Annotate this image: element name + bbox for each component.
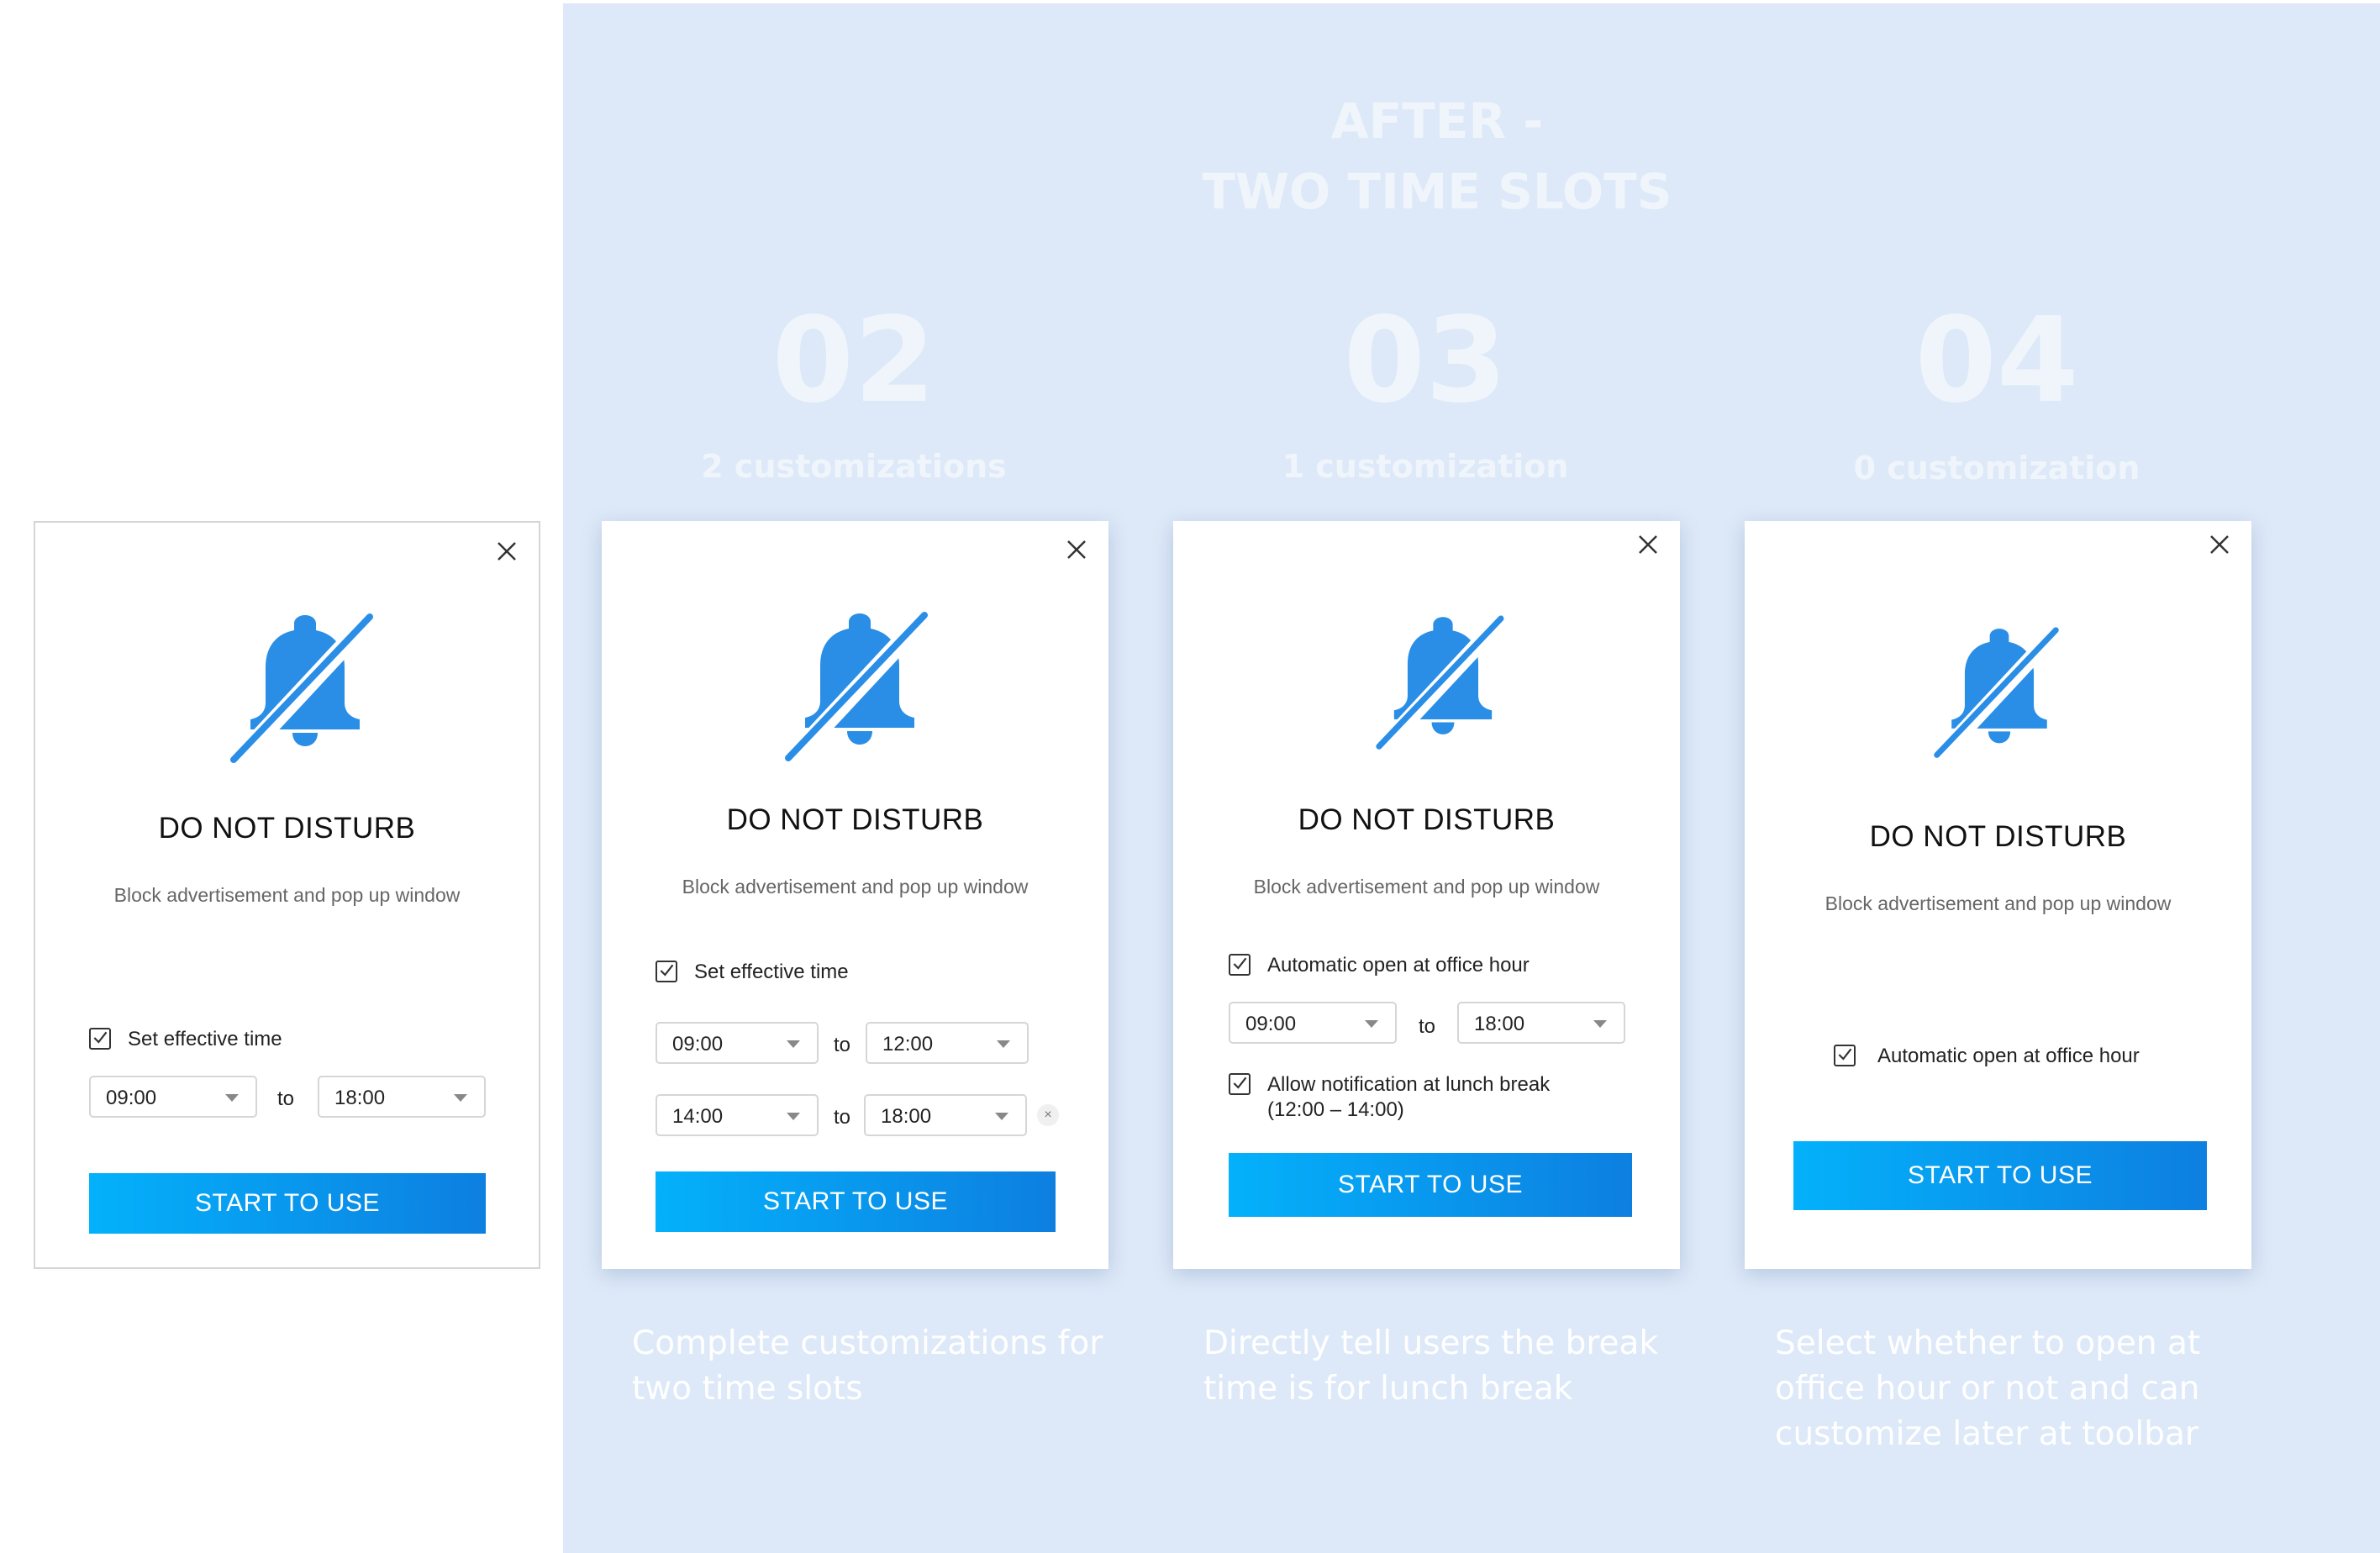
bell-off-icon [1372,615,1514,751]
start-to-use-button[interactable]: START TO USE [89,1173,486,1234]
chevron-down-icon [997,1040,1010,1048]
dialog-subtitle: Block advertisement and pop up window [1253,876,1600,898]
check-icon [1231,1075,1248,1092]
chevron-down-icon [225,1094,239,1102]
step-number: 04 [1914,292,2079,429]
dialog-subtitle: Block advertisement and pop up window [1824,892,2172,914]
step-customizations: 1 customization [1282,448,1569,485]
auto-open-row[interactable]: Automatic open at office hour [1229,953,1530,978]
end-time-select[interactable]: 18:00 [1457,1002,1625,1044]
start-time-select[interactable]: 09:00 [89,1076,257,1118]
dnd-dialog: DO NOT DISTURB Block advertisement and p… [1745,521,2251,1269]
slot2-start-value: 14:00 [672,1105,724,1128]
dialog-subtitle: Block advertisement and pop up window [682,876,1029,898]
chevron-down-icon [787,1040,800,1048]
bell-off-icon [780,612,940,763]
step-caption: Select whether to open at office hour or… [1775,1324,2201,1453]
bell-off-icon [225,613,385,765]
allow-lunch-label: Allow notification at lunch break (12:00… [1267,1072,1550,1123]
remove-slot-icon[interactable]: × [1037,1104,1059,1126]
chevron-down-icon [1365,1020,1378,1028]
auto-open-row[interactable]: Automatic open at office hour [1834,1044,2140,1069]
to-label: to [834,1034,851,1056]
slot2-start-select[interactable]: 14:00 [656,1094,819,1136]
slot1-end-value: 12:00 [882,1033,934,1056]
start-to-use-button[interactable]: START TO USE [1229,1153,1632,1217]
section-heading: AFTER - TWO TIME SLOTS [1143,86,1731,227]
to-label: to [834,1106,851,1129]
dnd-dialog: DO NOT DISTURB Block advertisement and p… [602,521,1108,1269]
lunch-range-text: (12:00 – 14:00) [1267,1098,1404,1121]
end-time-value: 18:00 [1474,1013,1525,1035]
set-effective-time-row[interactable]: Set effective time [89,1027,282,1052]
check-icon [658,962,675,979]
end-time-value: 18:00 [334,1087,386,1109]
set-effective-time-row[interactable]: Set effective time [656,960,849,985]
chevron-down-icon [1593,1020,1607,1028]
slot1-start-value: 09:00 [672,1033,724,1056]
chevron-down-icon [995,1113,1008,1120]
bell-off-icon [1930,627,2069,760]
check-icon [92,1029,108,1046]
step-caption: Complete customizations for two time slo… [632,1324,1103,1408]
set-effective-time-checkbox[interactable] [656,961,677,982]
chevron-down-icon [454,1094,467,1102]
auto-open-checkbox[interactable] [1229,954,1251,976]
auto-open-checkbox[interactable] [1834,1045,1856,1066]
end-time-select[interactable]: 18:00 [318,1076,486,1118]
dnd-dialog: DO NOT DISTURB Block advertisement and p… [1173,521,1680,1269]
close-icon[interactable] [2204,529,2235,560]
dialog-title: DO NOT DISTURB [1869,820,2127,853]
start-time-select[interactable]: 09:00 [1229,1002,1397,1044]
allow-lunch-checkbox[interactable] [1229,1073,1251,1095]
dialog-subtitle: Block advertisement and pop up window [113,884,461,906]
step-customizations: 2 customizations [701,448,1007,485]
close-icon[interactable] [492,536,522,566]
start-to-use-button[interactable]: START TO USE [1793,1141,2207,1210]
allow-lunch-row[interactable]: Allow notification at lunch break (12:00… [1229,1072,1550,1123]
close-icon[interactable] [1633,529,1663,560]
slot2-end-select[interactable]: 18:00 [864,1094,1027,1136]
set-effective-time-checkbox[interactable] [89,1028,111,1050]
auto-open-label: Automatic open at office hour [1877,1045,2140,1067]
step-customizations: 0 customization [1853,450,2140,487]
slot1-end-select[interactable]: 12:00 [866,1022,1029,1064]
section-heading-line2: TWO TIME SLOTS [1202,163,1672,220]
slot2-end-value: 18:00 [881,1105,932,1128]
to-label: to [1419,1015,1436,1038]
set-effective-time-label: Set effective time [128,1028,282,1050]
close-icon[interactable] [1061,534,1092,565]
check-icon [1836,1046,1853,1063]
start-time-value: 09:00 [1245,1013,1297,1035]
dnd-dialog: DO NOT DISTURB Block advertisement and p… [34,521,540,1269]
slot1-start-select[interactable]: 09:00 [656,1022,819,1064]
start-to-use-button[interactable]: START TO USE [656,1171,1056,1232]
dialog-title: DO NOT DISTURB [1298,803,1556,836]
set-effective-time-label: Set effective time [694,961,849,983]
dialog-title: DO NOT DISTURB [158,812,416,845]
to-label: to [277,1087,295,1110]
check-icon [1231,955,1248,972]
dialog-title: DO NOT DISTURB [726,803,984,836]
auto-open-label: Automatic open at office hour [1267,954,1530,977]
allow-lunch-text: Allow notification at lunch break [1267,1073,1551,1096]
step-caption: Directly tell users the break time is fo… [1203,1324,1659,1408]
step-number: 03 [1343,292,1508,429]
chevron-down-icon [787,1113,800,1120]
start-time-value: 09:00 [106,1087,157,1109]
section-heading-line1: AFTER - [1330,92,1544,150]
step-number: 02 [771,292,936,429]
